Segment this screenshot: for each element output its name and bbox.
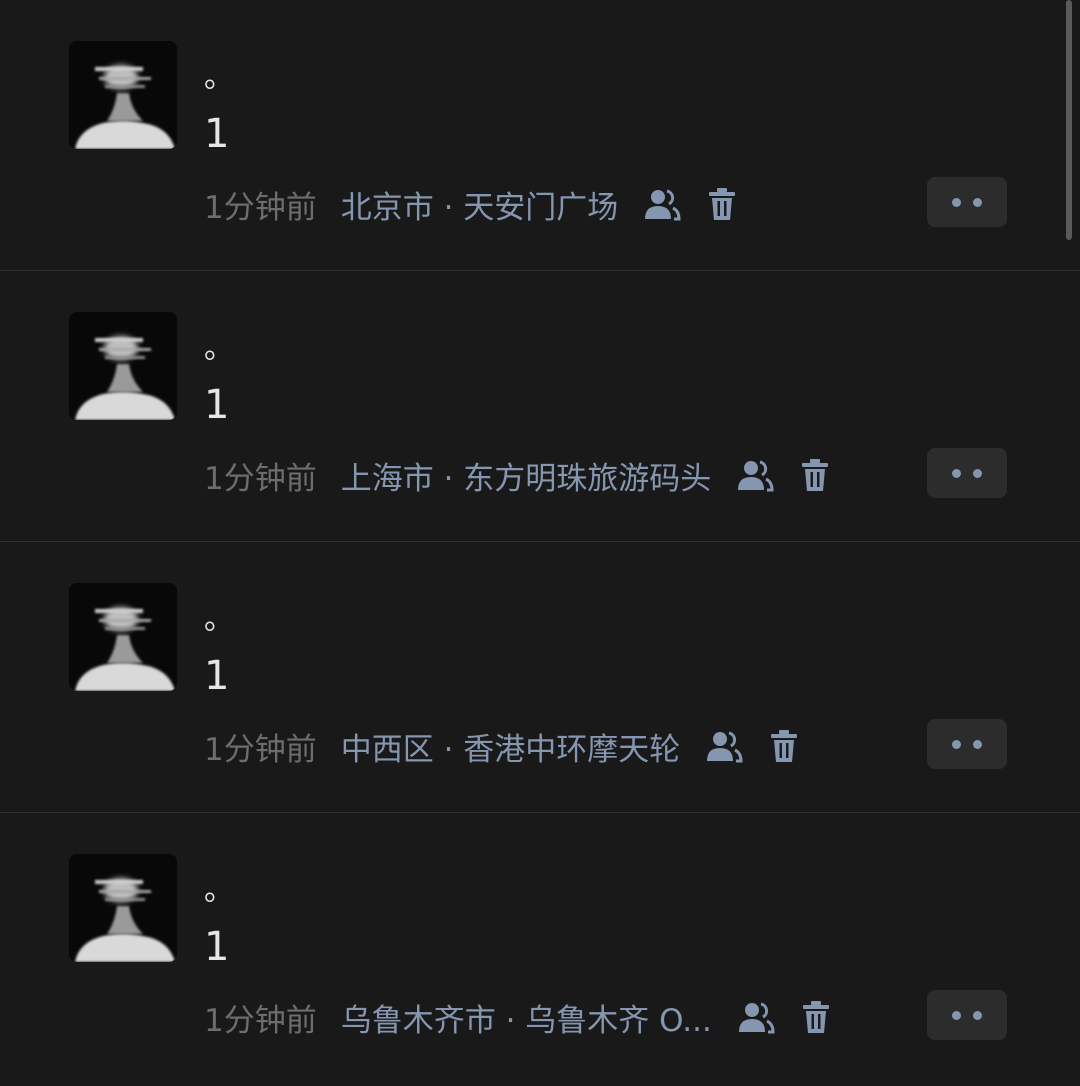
friends-icon[interactable] [735, 455, 775, 495]
more-dots-icon [973, 739, 982, 749]
post-text: 1 [204, 382, 230, 428]
moment-post: 。 1 1分钟前 上海市 · 东方明珠旅游码头 [0, 271, 1080, 542]
location-link[interactable]: 北京市 · 天安门广场 [341, 182, 619, 227]
trash-icon[interactable] [796, 997, 836, 1037]
post-meta: 1分钟前 中西区 · 香港中环摩天轮 [204, 722, 804, 770]
post-text: 。 [204, 60, 234, 95]
more-dots-icon [952, 468, 961, 478]
post-meta: 1分钟前 乌鲁木齐市 · 乌鲁木齐 O... [204, 993, 836, 1041]
location-link[interactable]: 乌鲁木齐市 · 乌鲁木齐 O... [341, 995, 712, 1040]
more-options-button[interactable] [927, 990, 1007, 1040]
avatar[interactable] [69, 583, 177, 691]
friends-icon[interactable] [704, 726, 744, 766]
more-dots-icon [973, 1010, 982, 1020]
post-text: 。 [204, 602, 234, 637]
more-dots-icon [973, 468, 982, 478]
moments-feed: 。 1 1分钟前 北京市 · 天安门广场 。 1 1分钟前 上海市 · 东方明珠… [0, 0, 1080, 1086]
trash-icon[interactable] [795, 455, 835, 495]
scrollbar[interactable] [1066, 0, 1072, 240]
more-dots-icon [952, 739, 961, 749]
timestamp: 1分钟前 [204, 731, 317, 768]
location-link[interactable]: 上海市 · 东方明珠旅游码头 [341, 453, 712, 498]
timestamp: 1分钟前 [204, 189, 317, 226]
moment-post: 。 1 1分钟前 中西区 · 香港中环摩天轮 [0, 542, 1080, 813]
avatar[interactable] [69, 854, 177, 962]
location-link[interactable]: 中西区 · 香港中环摩天轮 [341, 724, 681, 769]
moment-post: 。 1 1分钟前 乌鲁木齐市 · 乌鲁木齐 O... [0, 813, 1080, 1084]
timestamp: 1分钟前 [204, 460, 317, 497]
friends-icon[interactable] [736, 997, 776, 1037]
avatar[interactable] [69, 41, 177, 149]
post-text: 。 [204, 873, 234, 908]
moment-post: 。 1 1分钟前 北京市 · 天安门广场 [0, 0, 1080, 271]
post-text: 1 [204, 653, 230, 699]
more-options-button[interactable] [927, 177, 1007, 227]
trash-icon[interactable] [764, 726, 804, 766]
post-text: 。 [204, 331, 234, 366]
trash-icon[interactable] [702, 184, 742, 224]
friends-icon[interactable] [642, 184, 682, 224]
post-text: 1 [204, 924, 230, 970]
more-dots-icon [952, 197, 961, 207]
more-options-button[interactable] [927, 719, 1007, 769]
post-meta: 1分钟前 上海市 · 东方明珠旅游码头 [204, 451, 835, 499]
post-meta: 1分钟前 北京市 · 天安门广场 [204, 180, 742, 228]
more-dots-icon [973, 197, 982, 207]
avatar[interactable] [69, 312, 177, 420]
more-options-button[interactable] [927, 448, 1007, 498]
more-dots-icon [952, 1010, 961, 1020]
post-text: 1 [204, 111, 230, 157]
timestamp: 1分钟前 [204, 1002, 317, 1039]
